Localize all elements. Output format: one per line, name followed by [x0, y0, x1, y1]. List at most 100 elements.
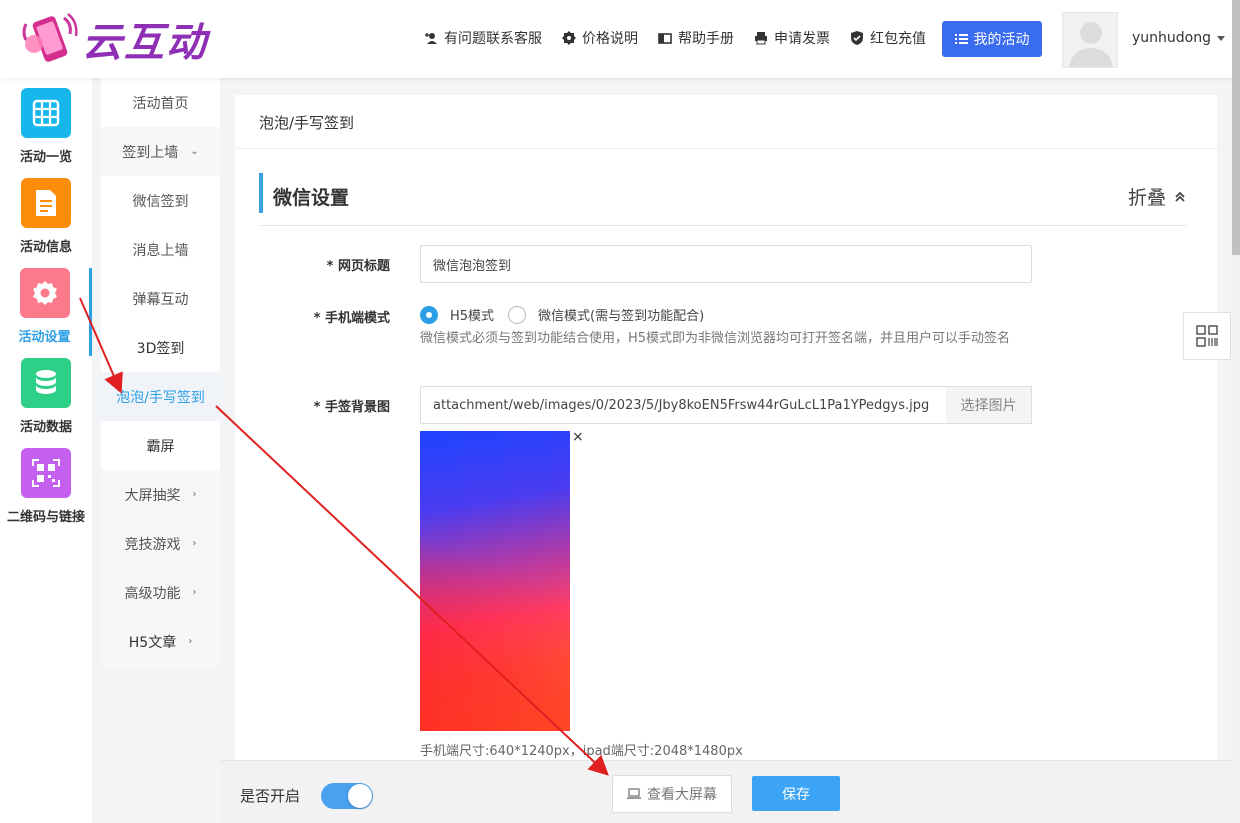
bg-image-path-input[interactable]: attachment/web/images/0/2023/5/Jby8koEN5… — [420, 386, 947, 424]
sidebar-item-label: 二维码与链接 — [6, 510, 85, 525]
avatar[interactable] — [1062, 12, 1118, 68]
nav-contact-support-label: 有问题联系客服 — [444, 31, 542, 47]
sub-item-danmaku[interactable]: 弹幕互动 — [101, 274, 220, 323]
bg-image-label: * 手签背景图 — [313, 400, 390, 415]
sub-item-label: 高级功能 — [124, 585, 181, 602]
nav-redpacket-recharge[interactable]: 红包充值 — [850, 28, 926, 48]
sub-item-lottery[interactable]: 大屏抽奖 › — [101, 470, 220, 519]
divider — [235, 148, 1217, 149]
sub-item-label: 竞技游戏 — [124, 536, 181, 553]
sub-item-label: 微信签到 — [132, 193, 189, 210]
page-title-value: 微信泡泡签到 — [433, 258, 512, 274]
enable-label: 是否开启 — [240, 787, 301, 805]
sub-item-bubble-handwrite-signin[interactable]: 泡泡/手写签到 — [101, 372, 220, 421]
shield-check-icon — [851, 31, 863, 45]
top-nav: 有问题联系客服 价格说明 帮助手册 申请发票 红包充值 — [424, 28, 946, 48]
sub-item-signin-wall[interactable]: 签到上墙 ⌄ — [101, 127, 220, 176]
sidebar-item-label: 活动数据 — [19, 420, 72, 435]
section-accent-bar — [259, 173, 263, 213]
sub-item-label: H5文章 — [128, 634, 177, 651]
double-chevron-up-icon — [1175, 191, 1185, 202]
username-label: yunhudong — [1132, 30, 1211, 46]
bg-image-path-value: attachment/web/images/0/2023/5/Jby8koEN5… — [433, 397, 930, 413]
section-title: 微信设置 — [273, 187, 350, 209]
radio-h5-mode-label[interactable]: H5模式 — [450, 305, 494, 324]
database-icon — [21, 358, 71, 408]
view-big-screen-button[interactable]: 查看大屏幕 — [612, 775, 732, 813]
sidebar-item-activity-overview[interactable]: 活动一览 — [0, 88, 92, 176]
sidebar-item-activity-info[interactable]: 活动信息 — [0, 178, 92, 266]
chevron-right-icon: › — [192, 538, 197, 549]
qrcode-icon — [21, 448, 71, 498]
scrollbar-thumb[interactable] — [1232, 0, 1240, 255]
choose-image-button[interactable]: 选择图片 — [946, 386, 1032, 424]
sidebar-item-activity-data[interactable]: 活动数据 — [0, 358, 92, 446]
page-title-label: * 网页标题 — [326, 259, 390, 274]
radio-wechat-mode[interactable] — [508, 305, 527, 324]
caret-down-icon — [1217, 35, 1225, 41]
main-panel: 泡泡/手写签到 微信设置 折叠 * 网页标题 微信泡泡签到 * 手机端模式 H5… — [235, 95, 1217, 823]
user-avatar-icon — [1069, 22, 1113, 67]
sidebar-item-label: 活动一览 — [19, 150, 72, 165]
nav-help-manual[interactable]: 帮助手册 — [658, 28, 734, 48]
logo[interactable]: 云互动 — [20, 10, 208, 68]
nav-redpacket-recharge-label: 红包充值 — [870, 31, 926, 47]
save-button[interactable]: 保存 — [752, 776, 840, 811]
qrcode-scan-icon — [1196, 325, 1218, 347]
bg-image-preview-overlay — [420, 431, 570, 731]
view-big-screen-label: 查看大屏幕 — [647, 787, 717, 803]
mobile-mode-radio-group: H5模式 微信模式(需与签到功能配合) — [420, 305, 704, 324]
sub-item-label: 泡泡/手写签到 — [116, 389, 205, 406]
sub-item-h5-article[interactable]: H5文章 › — [101, 617, 220, 666]
mobile-mode-label: * 手机端模式 — [313, 311, 390, 326]
divider — [259, 225, 1187, 226]
fold-label: 折叠 — [1128, 187, 1167, 209]
enable-toggle[interactable] — [321, 783, 373, 809]
sub-item-message-wall[interactable]: 消息上墙 — [101, 225, 220, 274]
printer-icon — [755, 32, 767, 45]
sub-sidebar: 活动首页 签到上墙 ⌄ 微信签到 消息上墙 弹幕互动 3D签到 泡泡/手写签到 霸… — [101, 78, 220, 668]
add-user-icon — [425, 33, 437, 44]
sidebar-item-qrcode-links[interactable]: 二维码与链接 — [0, 448, 92, 536]
sidebar-item-label: 活动设置 — [18, 330, 71, 345]
phone-logo-icon — [20, 10, 78, 68]
radio-wechat-mode-label[interactable]: 微信模式(需与签到功能配合) — [538, 305, 704, 324]
image-size-note: 手机端尺寸:640*1240px，ipad端尺寸:2048*1480px — [420, 744, 743, 759]
sub-item-competitive-games[interactable]: 竞技游戏 › — [101, 519, 220, 568]
footer-bar: 是否开启 查看大屏幕 保存 — [220, 760, 1232, 823]
nav-invoice-label: 申请发票 — [774, 31, 830, 47]
floating-qrcode-button[interactable] — [1183, 312, 1231, 360]
sidebar-item-activity-settings[interactable]: 活动设置 — [0, 268, 92, 356]
radio-h5-mode[interactable] — [420, 305, 438, 324]
nav-pricing[interactable]: 价格说明 — [562, 28, 638, 48]
sub-item-wechat-signin[interactable]: 微信签到 — [101, 176, 220, 225]
gear-badge-icon — [562, 31, 576, 45]
page-title-input[interactable]: 微信泡泡签到 — [420, 245, 1032, 283]
logo-text: 云互动 — [82, 20, 208, 66]
sub-item-activity-home[interactable]: 活动首页 — [101, 78, 220, 127]
nav-invoice[interactable]: 申请发票 — [754, 28, 830, 48]
remove-image-close-icon[interactable]: × — [572, 429, 584, 445]
chevron-right-icon: › — [192, 489, 197, 500]
bg-image-preview — [420, 431, 570, 731]
list-icon — [954, 34, 968, 44]
sub-item-label: 大屏抽奖 — [124, 487, 181, 504]
sub-item-3d-signin[interactable]: 3D签到 — [101, 323, 220, 372]
my-activity-label: 我的活动 — [973, 32, 1030, 48]
user-menu[interactable]: yunhudong — [1132, 30, 1225, 46]
sub-item-label: 霸屏 — [146, 438, 175, 455]
icon-sidebar: 活动一览 活动信息 活动设置 活动数据 二维码与链接 — [0, 78, 92, 823]
my-activity-button[interactable]: 我的活动 — [942, 21, 1042, 57]
document-icon — [21, 178, 71, 228]
sub-item-label: 签到上墙 — [122, 144, 179, 161]
fold-toggle[interactable]: 折叠 — [1128, 183, 1186, 210]
chevron-right-icon: › — [192, 587, 197, 598]
mobile-mode-help-text: 微信模式必须与签到功能结合使用，H5模式即为非微信浏览器均可打开签名端，并且用户… — [420, 331, 1011, 346]
nav-pricing-label: 价格说明 — [582, 31, 638, 47]
laptop-icon — [627, 788, 641, 799]
sub-item-advanced[interactable]: 高级功能 › — [101, 568, 220, 617]
sub-item-label: 3D签到 — [136, 340, 185, 357]
nav-contact-support[interactable]: 有问题联系客服 — [424, 28, 542, 48]
sub-item-screen-takeover[interactable]: 霸屏 — [101, 421, 220, 470]
top-header: 云互动 有问题联系客服 价格说明 帮助手册 申请发票 红包充值 我的活动 yun — [0, 0, 1240, 78]
